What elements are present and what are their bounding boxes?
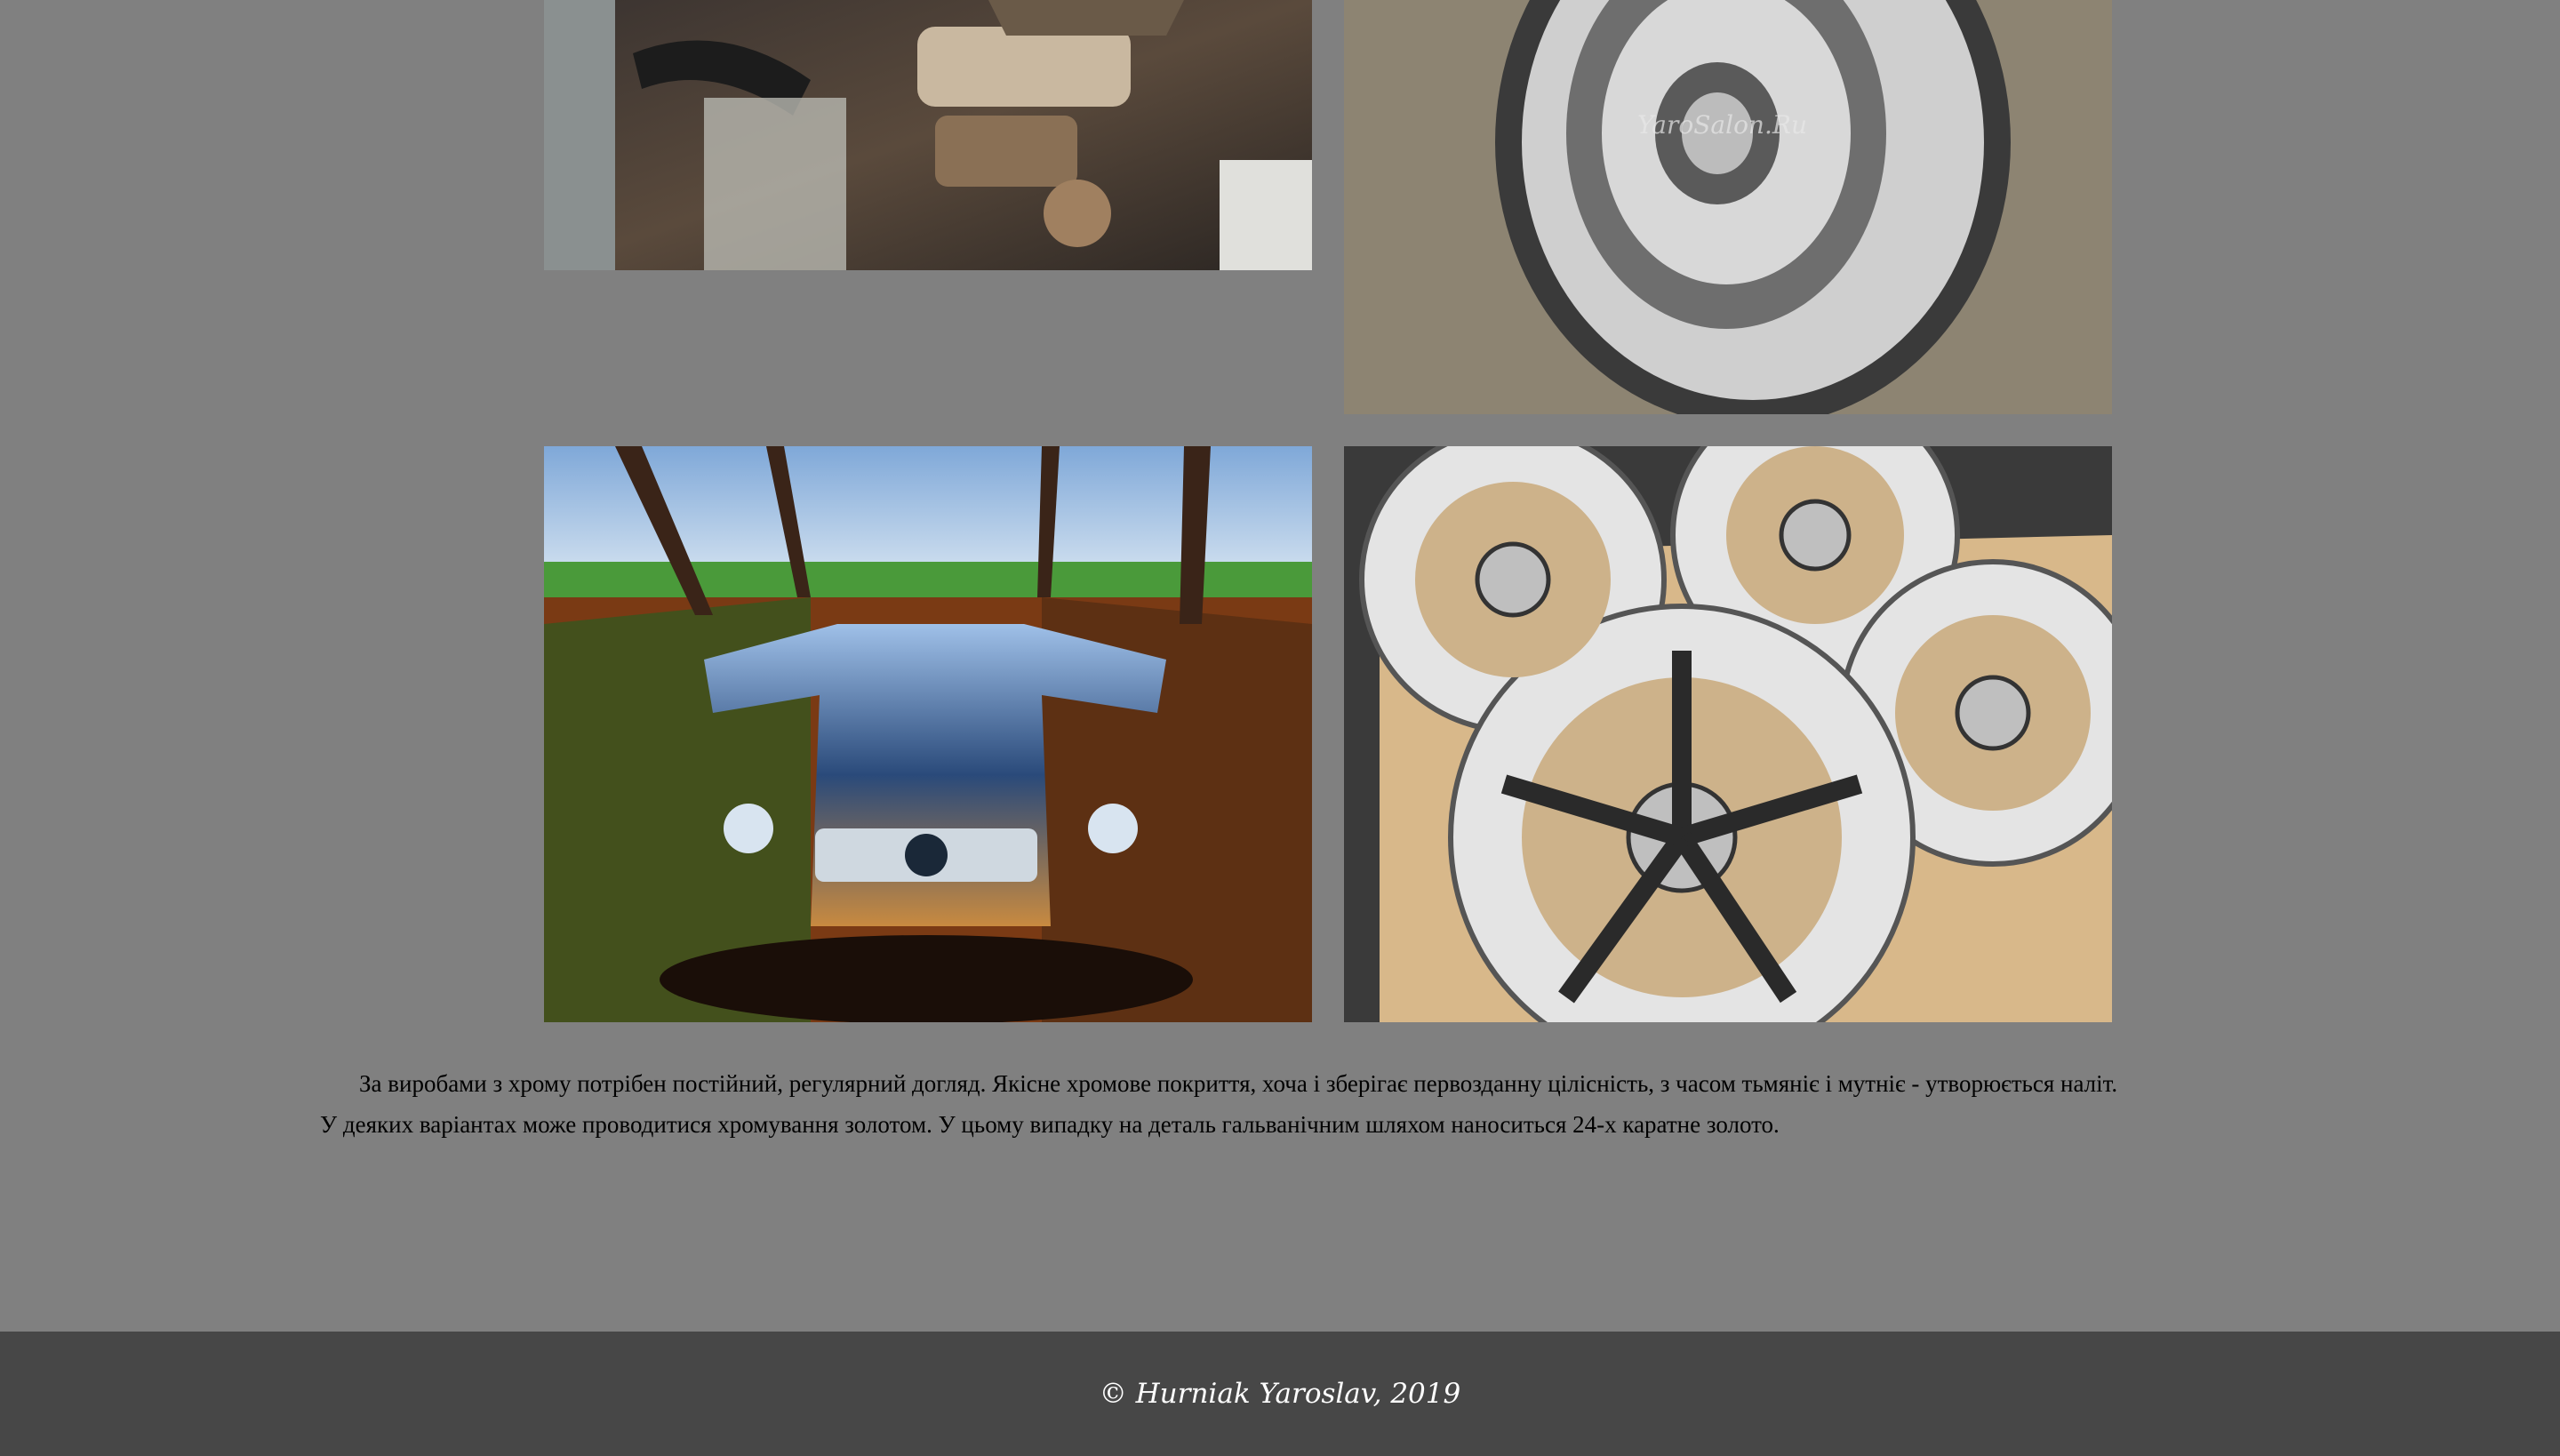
article-paragraph-1: За виробами з хрому потрібен постійний, … [359,1070,2118,1097]
article-text: За виробами з хрому потрібен постійний, … [320,1063,2276,1145]
page-footer: © Hurniak Yaroslav, 2019 [0,1332,2560,1456]
article-paragraph-2: У деяких варіантах може проводитися хром… [320,1111,1780,1138]
engine-photo [544,0,1312,270]
wheel-watermark: YaroSalon.Ru [1637,110,1807,140]
wheel-photo: YaroSalon.Ru [1344,0,2112,414]
rims-photo [1344,446,2112,1022]
car-photo [544,446,1312,1022]
copyright-text: © Hurniak Yaroslav, 2019 [1099,1378,1461,1410]
